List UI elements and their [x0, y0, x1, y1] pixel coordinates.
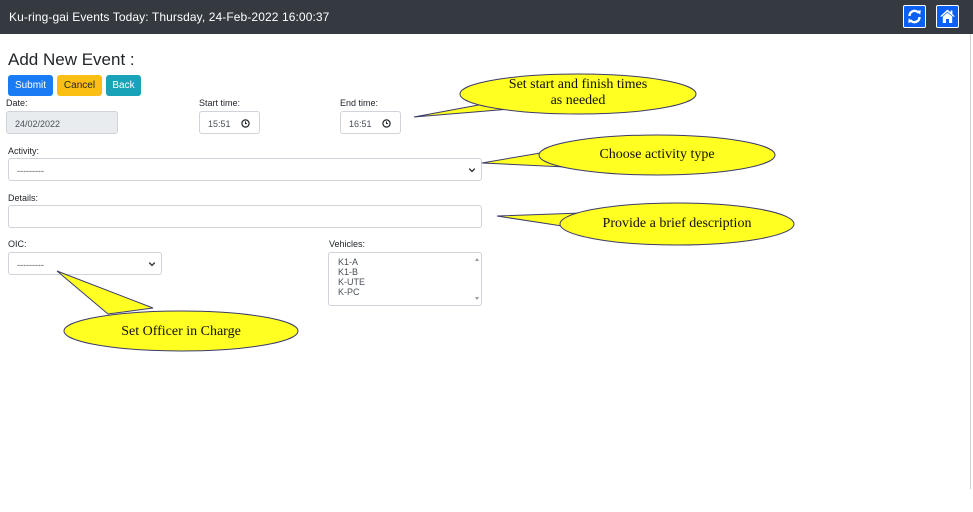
callout-times-text: Set start and finish times as needed: [470, 77, 686, 109]
callout-times-line1: Set start and finish times: [508, 77, 648, 92]
callout-details-text: Provide a brief description: [602, 216, 752, 231]
callout-activity-text: Choose activity type: [599, 147, 715, 162]
callout-times-line2: as needed: [550, 93, 606, 108]
callout-oic-text: Set Officer in Charge: [121, 324, 241, 339]
